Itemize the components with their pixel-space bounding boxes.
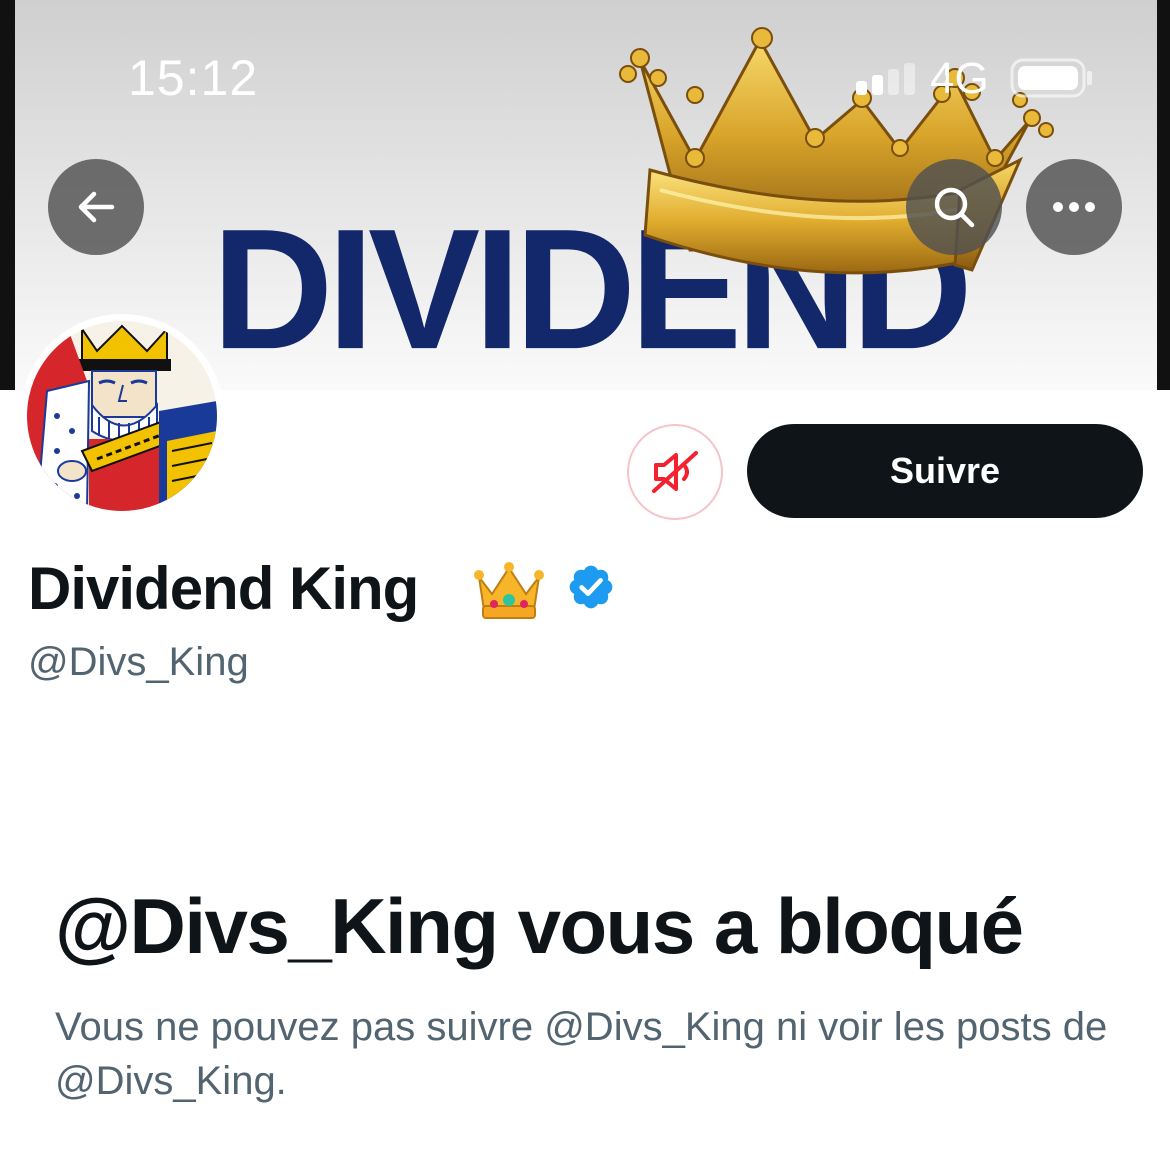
arrow-left-icon <box>78 191 115 223</box>
blocked-description: Vous ne pouvez pas suivre @Divs_King ni … <box>55 1005 1108 1103</box>
unmute-button[interactable] <box>627 424 723 520</box>
profile-handle: @Divs_King <box>28 640 249 684</box>
crown-emoji-icon <box>474 562 544 619</box>
network-type: 4G <box>930 54 989 103</box>
profile-display-name: Dividend King <box>28 555 419 622</box>
more-options-button[interactable] <box>1026 159 1122 255</box>
cellular-signal-icon <box>856 63 915 95</box>
blocked-title: @Divs_King vous a bloqué <box>55 882 1024 970</box>
banner-crown-image <box>619 27 1054 275</box>
search-button[interactable] <box>906 159 1002 255</box>
king-card-avatar-image <box>27 321 217 511</box>
verified-badge-icon <box>569 565 613 609</box>
profile-page: DIVIDEND 15:12 4G Suivre Dividend King @… <box>0 0 1170 1159</box>
profile-avatar[interactable] <box>20 314 224 518</box>
search-icon <box>934 187 975 228</box>
banner-left-edge <box>0 0 15 390</box>
back-button[interactable] <box>48 159 144 255</box>
banner-right-edge <box>1157 0 1170 390</box>
status-time: 15:12 <box>128 50 259 106</box>
battery-icon <box>1010 58 1092 98</box>
more-horizontal-icon <box>1053 202 1095 212</box>
follow-button[interactable]: Suivre <box>747 424 1143 518</box>
speaker-muted-icon <box>652 451 698 493</box>
